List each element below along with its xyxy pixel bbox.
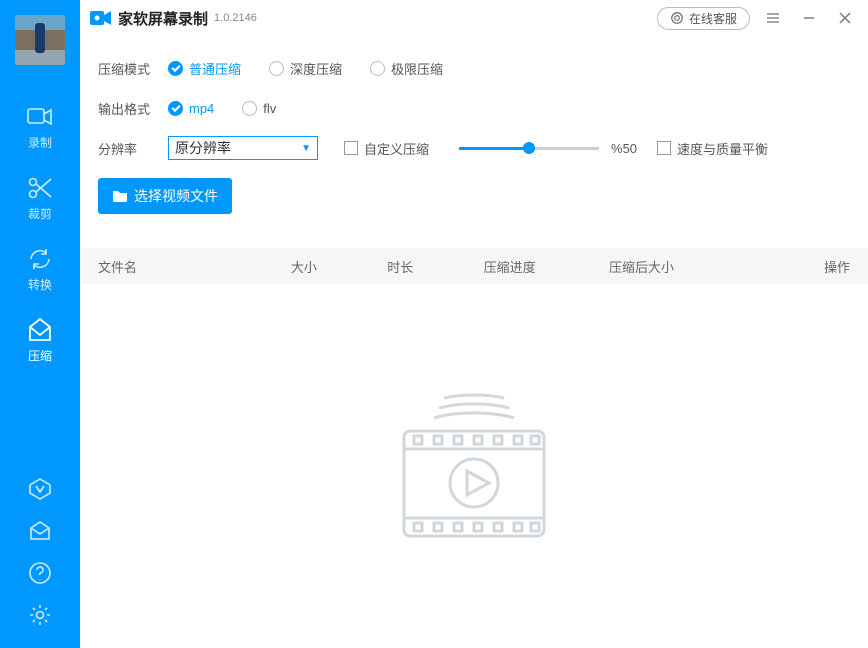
col-name: 文件名 [98,257,291,276]
output-format-label: 输出格式 [98,99,168,118]
sidebar-item-label: 裁剪 [28,205,52,222]
convert-icon [27,246,53,272]
choose-file-button[interactable]: 选择视频文件 [98,178,232,214]
col-progress: 压缩进度 [484,257,609,276]
resolution-label: 分辨率 [98,139,168,158]
col-duration: 时长 [387,257,483,276]
app-version: 1.0.2146 [214,12,257,24]
col-after: 压缩后大小 [609,257,754,276]
help-icon[interactable] [27,560,53,586]
checkbox-custom-compress[interactable]: 自定义压缩 [344,139,429,158]
camera-icon [27,104,53,130]
minimize-icon[interactable] [796,5,822,31]
col-op: 操作 [754,257,850,276]
sidebar-item-label: 压缩 [28,347,52,364]
mail-icon[interactable] [27,518,53,544]
checkbox-speed-quality[interactable]: 速度与质量平衡 [657,139,768,158]
compress-slider[interactable] [459,147,599,150]
vip-icon[interactable] [27,476,53,502]
radio-ultra-compress[interactable]: 极限压缩 [370,59,443,78]
radio-deep-compress[interactable]: 深度压缩 [269,59,342,78]
radio-flv[interactable]: flv [242,101,276,116]
sidebar-item-label: 转换 [28,276,52,293]
main: 家软屏幕录制 1.0.2146 在线客服 压缩模式 普通压缩 [80,0,868,648]
menu-icon[interactable] [760,5,786,31]
titlebar: 家软屏幕录制 1.0.2146 在线客服 [80,0,868,36]
radio-mp4[interactable]: mp4 [168,101,214,116]
app-title: 家软屏幕录制 [118,8,208,29]
settings-icon[interactable] [27,602,53,628]
radio-normal-compress[interactable]: 普通压缩 [168,59,241,78]
sidebar-item-compress[interactable]: 压缩 [0,317,80,364]
compress-icon [27,317,53,343]
sidebar: 录制 裁剪 转换 压缩 [0,0,80,648]
empty-video-icon [389,386,559,546]
customer-service-label: 在线客服 [689,10,737,27]
avatar[interactable] [0,6,80,74]
choose-file-label: 选择视频文件 [134,186,218,206]
app-logo-icon [90,7,112,29]
sidebar-item-label: 录制 [28,134,52,151]
resolution-value: 原分辨率 [175,138,231,158]
sidebar-item-convert[interactable]: 转换 [0,246,80,293]
slider-percent: %50 [611,141,637,156]
resolution-select[interactable]: 原分辨率 ▼ [168,136,318,160]
close-icon[interactable] [832,5,858,31]
chevron-down-icon: ▼ [301,143,311,154]
scissors-icon [27,175,53,201]
sidebar-item-record[interactable]: 录制 [0,104,80,151]
sidebar-item-cut[interactable]: 裁剪 [0,175,80,222]
customer-service-button[interactable]: 在线客服 [657,7,750,30]
col-size: 大小 [291,257,387,276]
options-panel: 压缩模式 普通压缩 深度压缩 极限压缩 输出格式 mp4 flv [80,36,868,232]
folder-icon [112,189,128,203]
table-header: 文件名 大小 时长 压缩进度 压缩后大小 操作 [80,248,868,284]
compress-mode-label: 压缩模式 [98,59,168,78]
empty-state [80,284,868,648]
